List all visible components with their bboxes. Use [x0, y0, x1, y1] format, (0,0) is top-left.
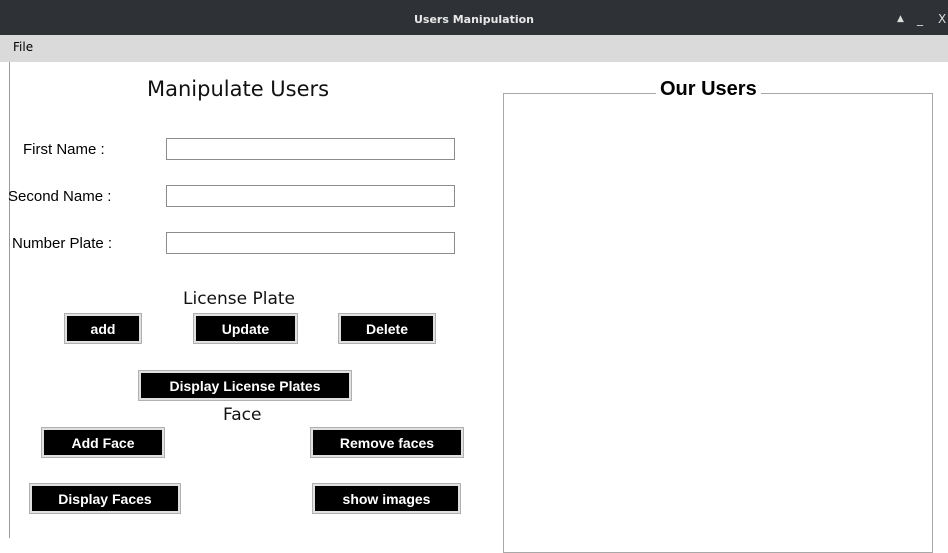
number-plate-field[interactable] — [166, 232, 455, 254]
remove-faces-button[interactable]: Remove faces — [310, 427, 464, 458]
first-name-field[interactable] — [166, 138, 455, 160]
window-title: Users Manipulation — [413, 13, 535, 26]
title-bar: Users Manipulation ▲ _ X — [0, 0, 948, 35]
second-name-label: Second Name : — [8, 188, 112, 205]
maximize-up-icon[interactable]: ▲ — [897, 9, 904, 29]
display-faces-button[interactable]: Display Faces — [29, 483, 181, 514]
number-plate-label: Number Plate : — [12, 235, 113, 252]
add-button[interactable]: add — [64, 313, 142, 344]
left-divider — [9, 62, 10, 538]
our-users-title: Our Users — [656, 78, 761, 101]
first-name-label: First Name : — [23, 141, 105, 158]
add-face-button[interactable]: Add Face — [41, 427, 165, 458]
delete-button[interactable]: Delete — [338, 313, 436, 344]
display-license-plates-button[interactable]: Display License Plates — [138, 370, 352, 401]
second-name-field[interactable] — [166, 185, 455, 207]
users-list-panel: Our Users — [503, 78, 933, 553]
face-heading: Face — [223, 405, 262, 425]
update-button[interactable]: Update — [193, 313, 298, 344]
minimize-icon[interactable]: _ — [917, 9, 923, 29]
page-title: Manipulate Users — [147, 77, 330, 101]
menu-file[interactable]: File — [13, 35, 33, 60]
license-plate-heading: License Plate — [183, 289, 296, 309]
main-content: Manipulate Users First Name : Second Nam… — [0, 62, 948, 553]
menu-bar: File — [0, 35, 948, 63]
show-images-button[interactable]: show images — [312, 483, 461, 514]
close-icon[interactable]: X — [938, 9, 946, 29]
